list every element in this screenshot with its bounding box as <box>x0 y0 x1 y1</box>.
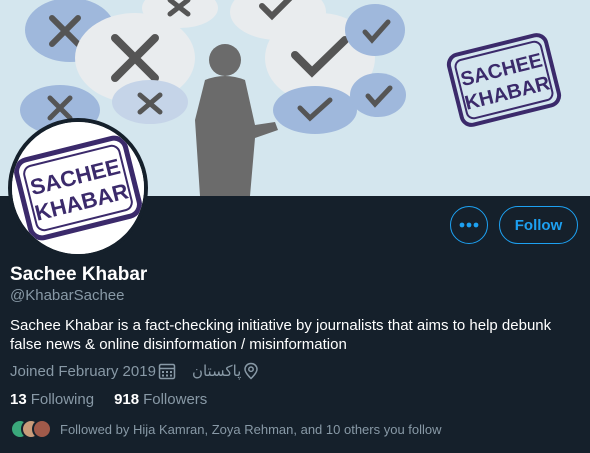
profile-name: Sachee Khabar <box>10 264 148 285</box>
profile-location: پاکستان <box>192 362 259 380</box>
joined-date: Joined February 2019 <box>10 362 176 380</box>
followers-label: Followers <box>143 391 208 408</box>
followed-by-text: Followed by Hija Kamran, Zoya Rehman, an… <box>60 421 442 437</box>
following-count: 13 <box>10 391 27 408</box>
following-label: Following <box>30 391 95 408</box>
follower-avatar <box>32 419 52 439</box>
more-dots-icon <box>459 222 479 228</box>
more-options-button[interactable] <box>450 206 488 244</box>
followers-link[interactable]: 918 Followers <box>114 391 207 408</box>
follow-button[interactable]: Follow <box>499 206 578 244</box>
location-text: پاکستان <box>191 363 242 380</box>
calendar-icon <box>158 363 176 380</box>
following-link[interactable]: 13 Following <box>10 391 94 408</box>
avatar-logo: SACHEE KHABAR <box>12 122 144 254</box>
profile-avatar[interactable]: SACHEE KHABAR <box>8 118 148 258</box>
profile-bio: Sachee Khabar is a fact-checking initiat… <box>10 317 552 353</box>
profile-handle: @KhabarSachee <box>10 287 125 304</box>
followers-count: 918 <box>114 391 140 408</box>
profile-stats: 13 Following 918 Followers <box>10 391 227 408</box>
followed-by-row[interactable]: Followed by Hija Kamran, Zoya Rehman, an… <box>10 419 442 439</box>
location-pin-icon <box>244 362 259 380</box>
follower-avatars <box>10 419 52 439</box>
profile-meta: Joined February 2019 پاکستان <box>10 362 259 380</box>
joined-date-text: Joined February 2019 <box>10 362 156 380</box>
